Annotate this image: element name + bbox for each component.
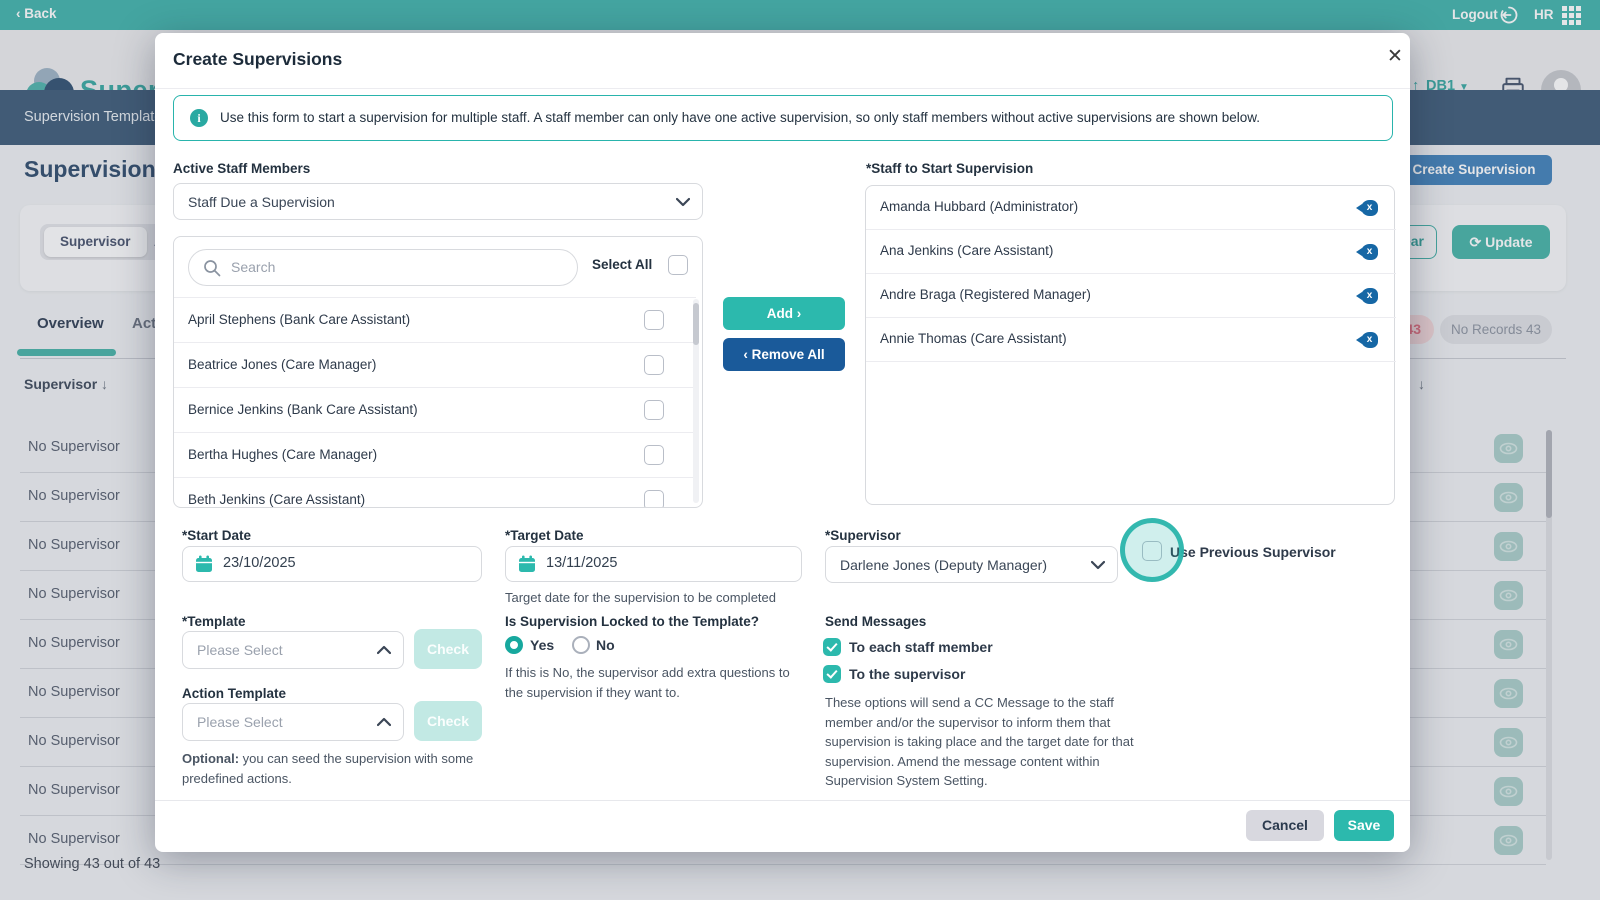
calendar-icon: [195, 555, 213, 573]
create-supervisions-modal: Create Supervisions ✕ i Use this form to…: [155, 33, 1410, 852]
target-date-label: *Target Date: [505, 528, 584, 543]
remove-staff-icon[interactable]: x: [1361, 200, 1378, 216]
send-staff-label: To each staff member: [849, 639, 993, 655]
close-icon[interactable]: ✕: [1381, 43, 1409, 71]
action-template-label: Action Template: [182, 686, 286, 701]
staff-name: Beatrice Jones (Care Manager): [188, 357, 376, 372]
send-messages-help: These options will send a CC Message to …: [825, 693, 1137, 791]
optional-note: Optional: you can seed the supervision w…: [182, 749, 512, 788]
modal-title: Create Supervisions: [173, 49, 342, 70]
save-button[interactable]: Save: [1334, 810, 1394, 841]
staff-name: Bernice Jenkins (Bank Care Assistant): [188, 402, 418, 417]
send-staff-checkbox[interactable]: [823, 638, 841, 656]
start-date-value: 23/10/2025: [223, 555, 296, 571]
selected-staff-label: *Staff to Start Supervision: [866, 161, 1033, 176]
cursor-highlight: [1120, 518, 1184, 582]
locked-label: Is Supervision Locked to the Template?: [505, 614, 759, 629]
supervisor-label: *Supervisor: [825, 528, 901, 543]
start-date-label: *Start Date: [182, 528, 251, 543]
target-date-input[interactable]: 13/11/2025: [505, 546, 802, 582]
calendar-icon: [518, 555, 536, 573]
screen: ‹ Back Logout HR Super ↑ DB1 ▼ Supervisi…: [0, 0, 1600, 900]
locked-help: If this is No, the supervisor add extra …: [505, 663, 805, 702]
action-template-placeholder: Please Select: [197, 714, 283, 730]
radio-no-label: No: [596, 637, 615, 653]
cancel-button[interactable]: Cancel: [1246, 810, 1324, 841]
supervisor-select[interactable]: Darlene Jones (Deputy Manager): [825, 546, 1118, 583]
list-scrollbar-thumb[interactable]: [693, 303, 699, 345]
staff-name: Annie Thomas (Care Assistant): [880, 331, 1067, 346]
template-label: *Template: [182, 614, 246, 629]
staff-checkbox[interactable]: [644, 310, 664, 330]
use-previous-supervisor-label: Use Previous Supervisor: [1170, 544, 1336, 560]
available-staff-row[interactable]: April Stephens (Bank Care Assistant): [174, 297, 696, 342]
staff-name: Beth Jenkins (Care Assistant): [188, 492, 365, 507]
select-all-label: Select All: [592, 257, 652, 272]
search-placeholder: Search: [231, 259, 275, 275]
available-staff-row[interactable]: Beth Jenkins (Care Assistant): [174, 477, 696, 508]
staff-checkbox[interactable]: [644, 400, 664, 420]
radio-no[interactable]: [572, 636, 590, 654]
search-icon: [203, 259, 221, 277]
remove-staff-icon[interactable]: x: [1361, 244, 1378, 260]
info-banner: i Use this form to start a supervision f…: [173, 95, 1393, 141]
remove-staff-icon[interactable]: x: [1361, 332, 1378, 348]
available-staff-list: Search Select All April Stephens (Bank C…: [173, 236, 703, 508]
chevron-left-icon: ‹: [743, 347, 748, 362]
selected-staff-row: Andre Braga (Registered Manager) x: [866, 274, 1396, 318]
action-template-select[interactable]: Please Select: [182, 703, 404, 741]
radio-yes-label: Yes: [530, 637, 554, 653]
target-date-value: 13/11/2025: [546, 555, 618, 571]
action-check-button[interactable]: Check: [414, 701, 482, 741]
template-placeholder: Please Select: [197, 642, 283, 658]
available-staff-row[interactable]: Bernice Jenkins (Bank Care Assistant): [174, 387, 696, 432]
send-supervisor-label: To the supervisor: [849, 666, 965, 682]
chevron-up-icon: [377, 718, 391, 727]
staff-name: Amanda Hubbard (Administrator): [880, 199, 1078, 214]
staff-filter-select[interactable]: Staff Due a Supervision: [173, 183, 703, 220]
supervisor-value: Darlene Jones (Deputy Manager): [840, 557, 1047, 573]
chevron-up-icon: [377, 646, 391, 655]
staff-checkbox[interactable]: [644, 445, 664, 465]
selected-staff-row: Annie Thomas (Care Assistant) x: [866, 318, 1396, 362]
active-staff-label: Active Staff Members: [173, 161, 310, 176]
remove-all-button[interactable]: ‹ Remove All: [723, 338, 845, 371]
search-input[interactable]: Search: [188, 249, 578, 286]
send-supervisor-checkbox[interactable]: [823, 665, 841, 683]
select-all-checkbox[interactable]: [668, 255, 688, 275]
divider: [155, 88, 1410, 89]
start-date-input[interactable]: 23/10/2025: [182, 546, 482, 582]
staff-name: Andre Braga (Registered Manager): [880, 287, 1091, 302]
template-select[interactable]: Please Select: [182, 631, 404, 669]
staff-filter-value: Staff Due a Supervision: [188, 194, 335, 210]
add-button[interactable]: Add ›: [723, 297, 845, 330]
chevron-down-icon: [1091, 560, 1105, 569]
selected-staff-row: Amanda Hubbard (Administrator) x: [866, 186, 1396, 230]
info-icon: i: [190, 109, 208, 127]
chevron-right-icon: ›: [797, 306, 802, 321]
staff-checkbox[interactable]: [644, 355, 664, 375]
available-staff-row[interactable]: Bertha Hughes (Care Manager): [174, 432, 696, 477]
staff-name: Ana Jenkins (Care Assistant): [880, 243, 1053, 258]
divider: [155, 800, 1410, 801]
staff-name: April Stephens (Bank Care Assistant): [188, 312, 410, 327]
info-text: Use this form to start a supervision for…: [220, 110, 1260, 125]
template-check-button[interactable]: Check: [414, 629, 482, 669]
target-date-help: Target date for the supervision to be co…: [505, 588, 805, 608]
selected-staff-list: Amanda Hubbard (Administrator) x Ana Jen…: [865, 185, 1395, 505]
staff-checkbox[interactable]: [644, 490, 664, 508]
send-messages-label: Send Messages: [825, 614, 926, 629]
radio-yes[interactable]: [505, 636, 523, 654]
remove-staff-icon[interactable]: x: [1361, 288, 1378, 304]
staff-name: Bertha Hughes (Care Manager): [188, 447, 377, 462]
chevron-down-icon: [676, 197, 690, 206]
selected-staff-row: Ana Jenkins (Care Assistant) x: [866, 230, 1396, 274]
available-staff-row[interactable]: Beatrice Jones (Care Manager): [174, 342, 696, 387]
